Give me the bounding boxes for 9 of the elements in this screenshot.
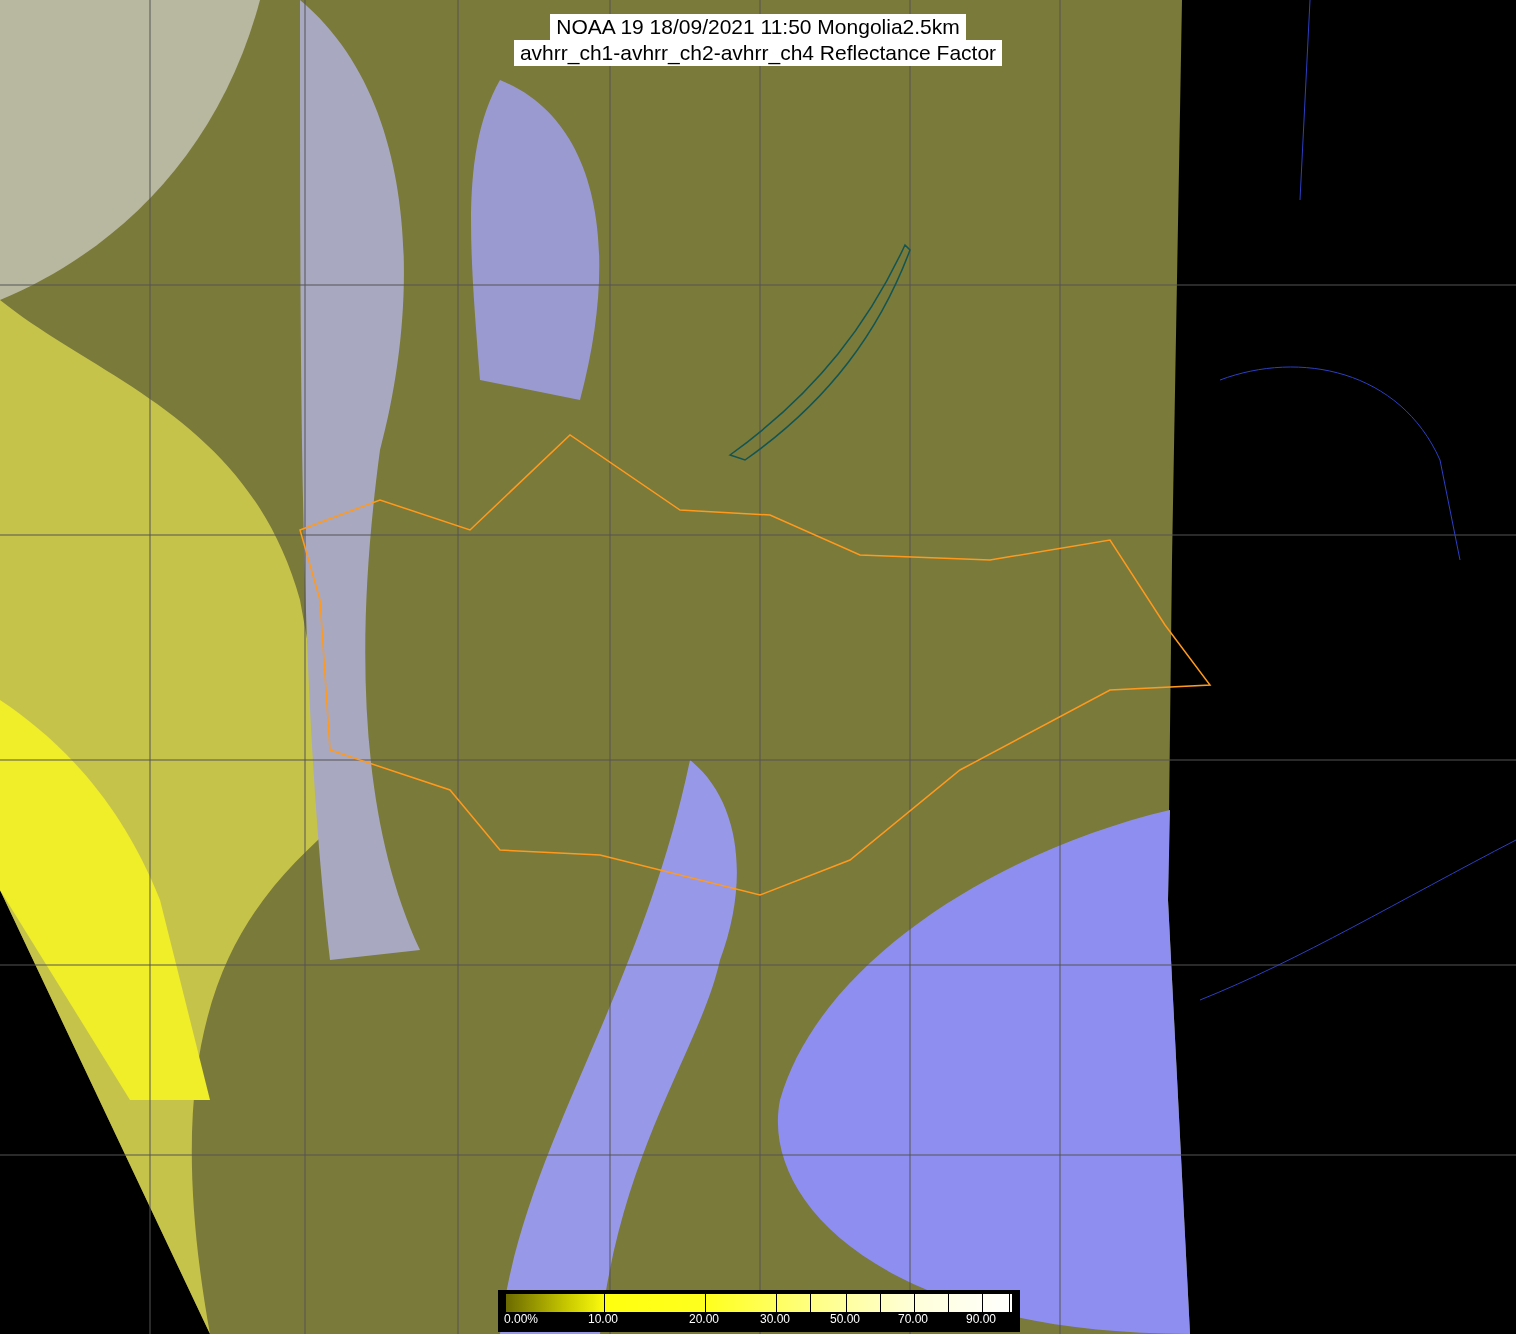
scale-label: 90.00 xyxy=(966,1312,997,1327)
scale-label: 50.00 xyxy=(830,1312,861,1327)
image-title: NOAA 19 18/09/2021 11:50 Mongolia2.5km xyxy=(550,14,966,40)
scale-label: 10.00 xyxy=(588,1312,619,1327)
scale-label: 70.00 xyxy=(898,1312,929,1327)
scale-label: 20.00 xyxy=(689,1312,720,1327)
scale-label: 30.00 xyxy=(760,1312,791,1327)
scale-label: 0.00% xyxy=(504,1312,539,1327)
image-title: avhrr_ch1-avhrr_ch2-avhrr_ch4 Reflectance Factor xyxy=(513,40,1003,66)
